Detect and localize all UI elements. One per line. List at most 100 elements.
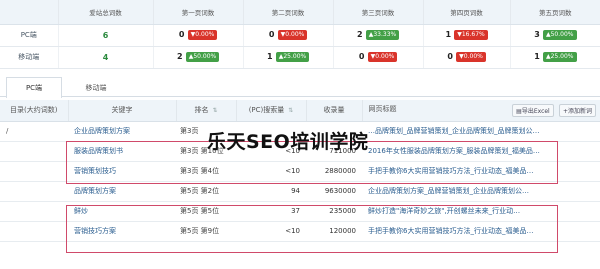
change-badge: ▼0.00% bbox=[456, 52, 486, 62]
summary-header-blank bbox=[0, 0, 58, 25]
summary-cell: 0 ▼0.00% bbox=[242, 24, 333, 47]
export-excel-label: 导出Excel bbox=[521, 107, 550, 115]
page-count: 1 bbox=[266, 52, 273, 61]
keyword-link[interactable]: 营销技巧方案 bbox=[68, 221, 176, 242]
summary-header-page1: 第一页词数 bbox=[152, 0, 243, 25]
summary-table: 爱站总词数 第一页词数 第二页词数 第三页词数 第四页词数 第五页词数 PC端 … bbox=[0, 0, 600, 69]
change-badge: ▼16.67% bbox=[454, 30, 488, 40]
tab-pc[interactable]: PC端 bbox=[6, 77, 62, 98]
summary-header-page2: 第二页词数 bbox=[242, 0, 333, 25]
keyword-link[interactable]: 鲜炒 bbox=[68, 201, 176, 222]
directory-cell bbox=[0, 201, 68, 222]
directory-cell bbox=[0, 221, 68, 242]
summary-cell: 2 ▲33.33% bbox=[332, 24, 423, 47]
summary-cell: 1 ▼16.67% bbox=[422, 24, 510, 47]
summary-row-pc: PC端 6 0 ▼0.00% 0 ▼0.00% 2 ▲33.33% 1 ▼16.67% … bbox=[0, 24, 600, 47]
column-header-volume[interactable]: (PC)搜索量 ⇅ bbox=[235, 100, 306, 122]
sort-icon[interactable]: ⇅ bbox=[212, 107, 217, 114]
change-badge: ▲50.00% bbox=[542, 30, 577, 40]
summary-cell: 0 ▼0.00% bbox=[422, 46, 510, 69]
table-row: 品牌策划方案 第5页 第2位 94 9630000 企业品牌策划方案_品牌营销策… bbox=[0, 181, 600, 202]
indexed-cell: 9630000 bbox=[306, 181, 362, 202]
summary-cell: 0 ▼0.00% bbox=[152, 24, 243, 47]
change-value: 25.00% bbox=[550, 53, 574, 60]
summary-row-label: PC端 bbox=[0, 24, 58, 47]
summary-header-row: 爱站总词数 第一页词数 第二页词数 第三页词数 第四页词数 第五页词数 bbox=[0, 0, 600, 25]
keyword-link[interactable]: 品牌策划方案 bbox=[68, 181, 176, 202]
volume-cell: 94 bbox=[236, 181, 306, 202]
tab-mobile[interactable]: 移动端 bbox=[66, 77, 126, 98]
summary-header-page3: 第三页词数 bbox=[332, 0, 423, 25]
page-count: 0 bbox=[178, 30, 185, 39]
summary-row-label: 移动端 bbox=[0, 46, 58, 69]
change-badge: ▲25.00% bbox=[542, 52, 577, 62]
summary-total: 6 bbox=[57, 24, 153, 47]
directory-cell[interactable]: / bbox=[0, 121, 68, 142]
page-count: 0 bbox=[268, 30, 275, 39]
column-header-rank[interactable]: 排名 ⇅ bbox=[175, 100, 236, 122]
sort-icon[interactable]: ⇅ bbox=[288, 107, 293, 114]
volume-cell: <10 bbox=[236, 161, 306, 182]
summary-cell: 3 ▲50.00% bbox=[509, 24, 600, 47]
page-title-link[interactable]: 鲜炒打造"海洋奇妙之旅",开创螺丝未来_行业动… bbox=[362, 201, 600, 222]
summary-header-total: 爱站总词数 bbox=[57, 0, 153, 25]
keyword-link[interactable]: 营销策划技巧 bbox=[68, 161, 176, 182]
page-title-link[interactable]: 2016年女性服装品牌策划方案_服装品牌策划_福美品… bbox=[362, 141, 600, 162]
rank-cell: 第5页 第9位 bbox=[176, 221, 236, 242]
change-value: 0.00% bbox=[285, 31, 305, 38]
column-header-directory[interactable]: 目录(大约词数) bbox=[0, 100, 68, 122]
page-title-link[interactable]: …品牌策划_品牌营销策划_企业品牌策划_品牌策划公… bbox=[362, 121, 600, 142]
change-badge: ▼0.00% bbox=[187, 30, 218, 40]
page-count: 0 bbox=[447, 52, 453, 61]
change-badge: ▲25.00% bbox=[275, 52, 310, 62]
summary-row-mobile: 移动端 4 2 ▲50.00% 1 ▲25.00% 0 ▼0.00% 0 ▼0.00% … bbox=[0, 46, 600, 69]
change-badge: ▼0.00% bbox=[277, 30, 308, 40]
change-value: 50.00% bbox=[550, 31, 574, 38]
page-title-link[interactable]: 手把手教你6大实用营销技巧方法_行业动态_福美品… bbox=[362, 221, 600, 242]
keyword-link[interactable]: 服装品牌策划书 bbox=[68, 141, 176, 162]
column-header-title: 网页标题 ▤导出Excel +添加新词 bbox=[361, 100, 600, 122]
column-header-label: 关键字 bbox=[111, 106, 133, 115]
add-keyword-button[interactable]: +添加新词 bbox=[558, 103, 596, 117]
summary-cell: 0 ▼0.00% bbox=[332, 46, 423, 69]
page-title-link[interactable]: 企业品牌策划方案_品牌营销策划_企业品牌策划公… bbox=[362, 181, 600, 202]
change-value: 33.33% bbox=[373, 31, 397, 38]
column-header-keyword[interactable]: 关键字 bbox=[67, 100, 176, 122]
page-count: 1 bbox=[534, 52, 540, 61]
volume-cell: <10 bbox=[236, 221, 306, 242]
summary-total: 4 bbox=[57, 46, 153, 69]
change-badge: ▼0.00% bbox=[367, 52, 398, 62]
column-header-indexed[interactable]: 收录量 bbox=[305, 100, 362, 122]
change-badge: ▲50.00% bbox=[185, 52, 220, 62]
indexed-cell: 235000 bbox=[306, 201, 362, 222]
summary-cell: 1 ▲25.00% bbox=[242, 46, 333, 69]
export-excel-button[interactable]: ▤导出Excel bbox=[512, 103, 554, 117]
change-value: 25.00% bbox=[283, 53, 307, 60]
volume-cell: 37 bbox=[236, 201, 306, 222]
watermark-text: 乐天SEO培训学院 bbox=[207, 131, 369, 153]
page-title-link[interactable]: 手把手教你6大实用营销技巧方法_行业动态_福美品… bbox=[362, 161, 600, 182]
page-count: 2 bbox=[176, 52, 183, 61]
column-header-label: 目录(大约词数) bbox=[10, 106, 58, 115]
change-value: 16.67% bbox=[461, 31, 485, 38]
table-row: 营销技巧方案 第5页 第9位 <10 120000 手把手教你6大实用营销技巧方… bbox=[0, 221, 600, 242]
keyword-header-row: 目录(大约词数) 关键字 排名 ⇅ (PC)搜索量 ⇅ 收录量 网页标题 ▤导出Ex… bbox=[0, 100, 600, 122]
keyword-link[interactable]: 企业品牌策划方案 bbox=[68, 121, 176, 142]
table-row: 营销策划技巧 第3页 第4位 <10 2880000 手把手教你6大实用营销技巧… bbox=[0, 161, 600, 182]
summary-cell: 2 ▲50.00% bbox=[152, 46, 243, 69]
rank-cell: 第5页 第2位 bbox=[176, 181, 236, 202]
keyword-table: 目录(大约词数) 关键字 排名 ⇅ (PC)搜索量 ⇅ 收录量 网页标题 ▤导出Ex… bbox=[0, 100, 600, 242]
rank-cell: 第5页 第5位 bbox=[176, 201, 236, 222]
page-count: 2 bbox=[356, 30, 363, 39]
column-header-label: 网页标题 bbox=[368, 104, 397, 113]
column-header-label: (PC)搜索量 bbox=[248, 106, 285, 115]
summary-cell: 1 ▲25.00% bbox=[509, 46, 600, 69]
summary-header-page5: 第五页词数 bbox=[509, 0, 600, 25]
indexed-cell: 120000 bbox=[306, 221, 362, 242]
rank-cell: 第3页 第4位 bbox=[176, 161, 236, 182]
change-value: 0.00% bbox=[195, 31, 215, 38]
change-value: 0.00% bbox=[463, 53, 483, 60]
page-count: 3 bbox=[534, 30, 540, 39]
page-count: 0 bbox=[358, 52, 365, 61]
change-value: 0.00% bbox=[375, 53, 395, 60]
